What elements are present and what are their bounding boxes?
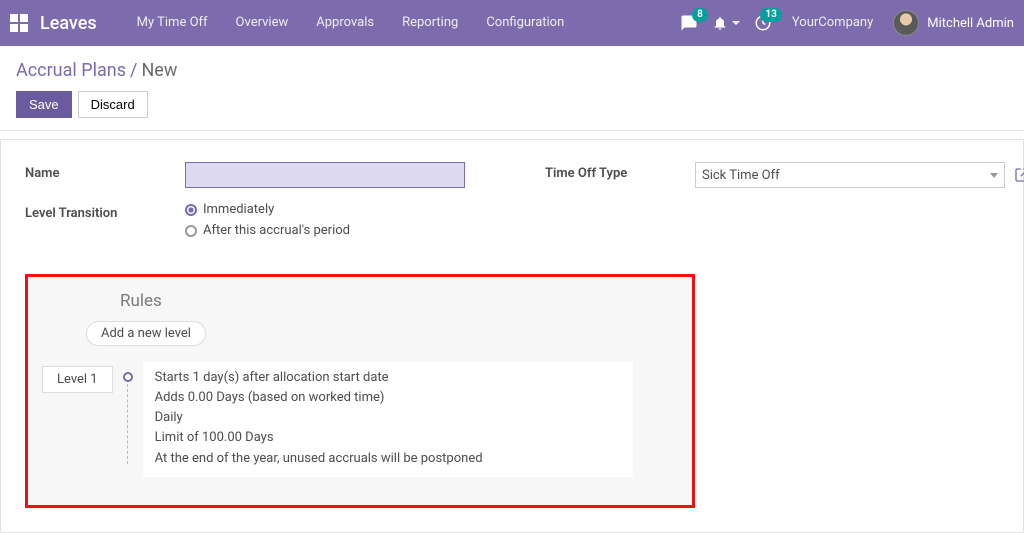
user-menu[interactable]: Mitchell Admin: [893, 10, 1014, 36]
timeline-node-icon: [123, 372, 133, 382]
user-name: Mitchell Admin: [927, 16, 1014, 31]
transition-after-option[interactable]: After this accrual's period: [185, 223, 485, 238]
chevron-down-icon: [990, 173, 998, 178]
radio-unchecked-icon: [185, 225, 197, 237]
nav-configuration[interactable]: Configuration: [472, 0, 578, 46]
app-brand[interactable]: Leaves: [40, 13, 97, 34]
rule-line: Adds 0.00 Days (based on worked time): [155, 388, 621, 408]
messaging-badge: 8: [692, 8, 708, 22]
name-label: Name: [25, 162, 185, 181]
external-link-icon[interactable]: [1013, 166, 1024, 184]
activities-badge: 13: [760, 8, 781, 22]
rule-line: At the end of the year, unused accruals …: [155, 449, 621, 469]
messaging-icon[interactable]: 8: [680, 14, 698, 32]
nav-my-time-off[interactable]: My Time Off: [123, 0, 222, 46]
rule-line: Limit of 100.00 Days: [155, 428, 621, 448]
avatar: [893, 10, 919, 36]
nav-menu: My Time Off Overview Approvals Reporting…: [123, 0, 579, 46]
control-panel: Accrual Plans/New Save Discard: [0, 46, 1024, 131]
timeoff-type-label: Time Off Type: [545, 162, 695, 181]
add-level-button[interactable]: Add a new level: [86, 321, 206, 346]
breadcrumb: Accrual Plans/New: [16, 60, 1008, 81]
rule-card[interactable]: Starts 1 day(s) after allocation start d…: [143, 362, 633, 477]
radio-checked-icon: [185, 204, 197, 216]
nav-overview[interactable]: Overview: [222, 0, 303, 46]
rules-title: Rules: [120, 291, 678, 311]
level-1-tag[interactable]: Level 1: [42, 366, 113, 393]
nav-reporting[interactable]: Reporting: [388, 0, 472, 46]
save-button[interactable]: Save: [16, 91, 72, 118]
rule-line: Daily: [155, 408, 621, 428]
nav-approvals[interactable]: Approvals: [302, 0, 388, 46]
rule-line: Starts 1 day(s) after allocation start d…: [155, 368, 621, 388]
timeline: [113, 364, 143, 464]
name-input[interactable]: [185, 162, 465, 188]
top-navbar: Leaves My Time Off Overview Approvals Re…: [0, 0, 1024, 46]
company-switcher[interactable]: YourCompany: [786, 0, 879, 46]
level-transition-label: Level Transition: [25, 202, 185, 221]
discard-button[interactable]: Discard: [78, 91, 148, 118]
transition-immediately-option[interactable]: Immediately: [185, 202, 485, 217]
apps-icon[interactable]: [10, 14, 28, 32]
breadcrumb-current: New: [141, 60, 177, 81]
timeoff-type-select[interactable]: Sick Time Off: [695, 162, 1005, 188]
activities-icon[interactable]: 13: [754, 14, 772, 32]
breadcrumb-parent[interactable]: Accrual Plans: [16, 60, 126, 81]
form-sheet: Name Time Off Type Sick Time Off Level T…: [0, 139, 1024, 533]
rules-section: Rules Add a new level Level 1 Starts 1 d…: [25, 274, 695, 508]
timeoff-type-value: Sick Time Off: [702, 168, 780, 183]
notifications-icon[interactable]: [712, 15, 740, 31]
